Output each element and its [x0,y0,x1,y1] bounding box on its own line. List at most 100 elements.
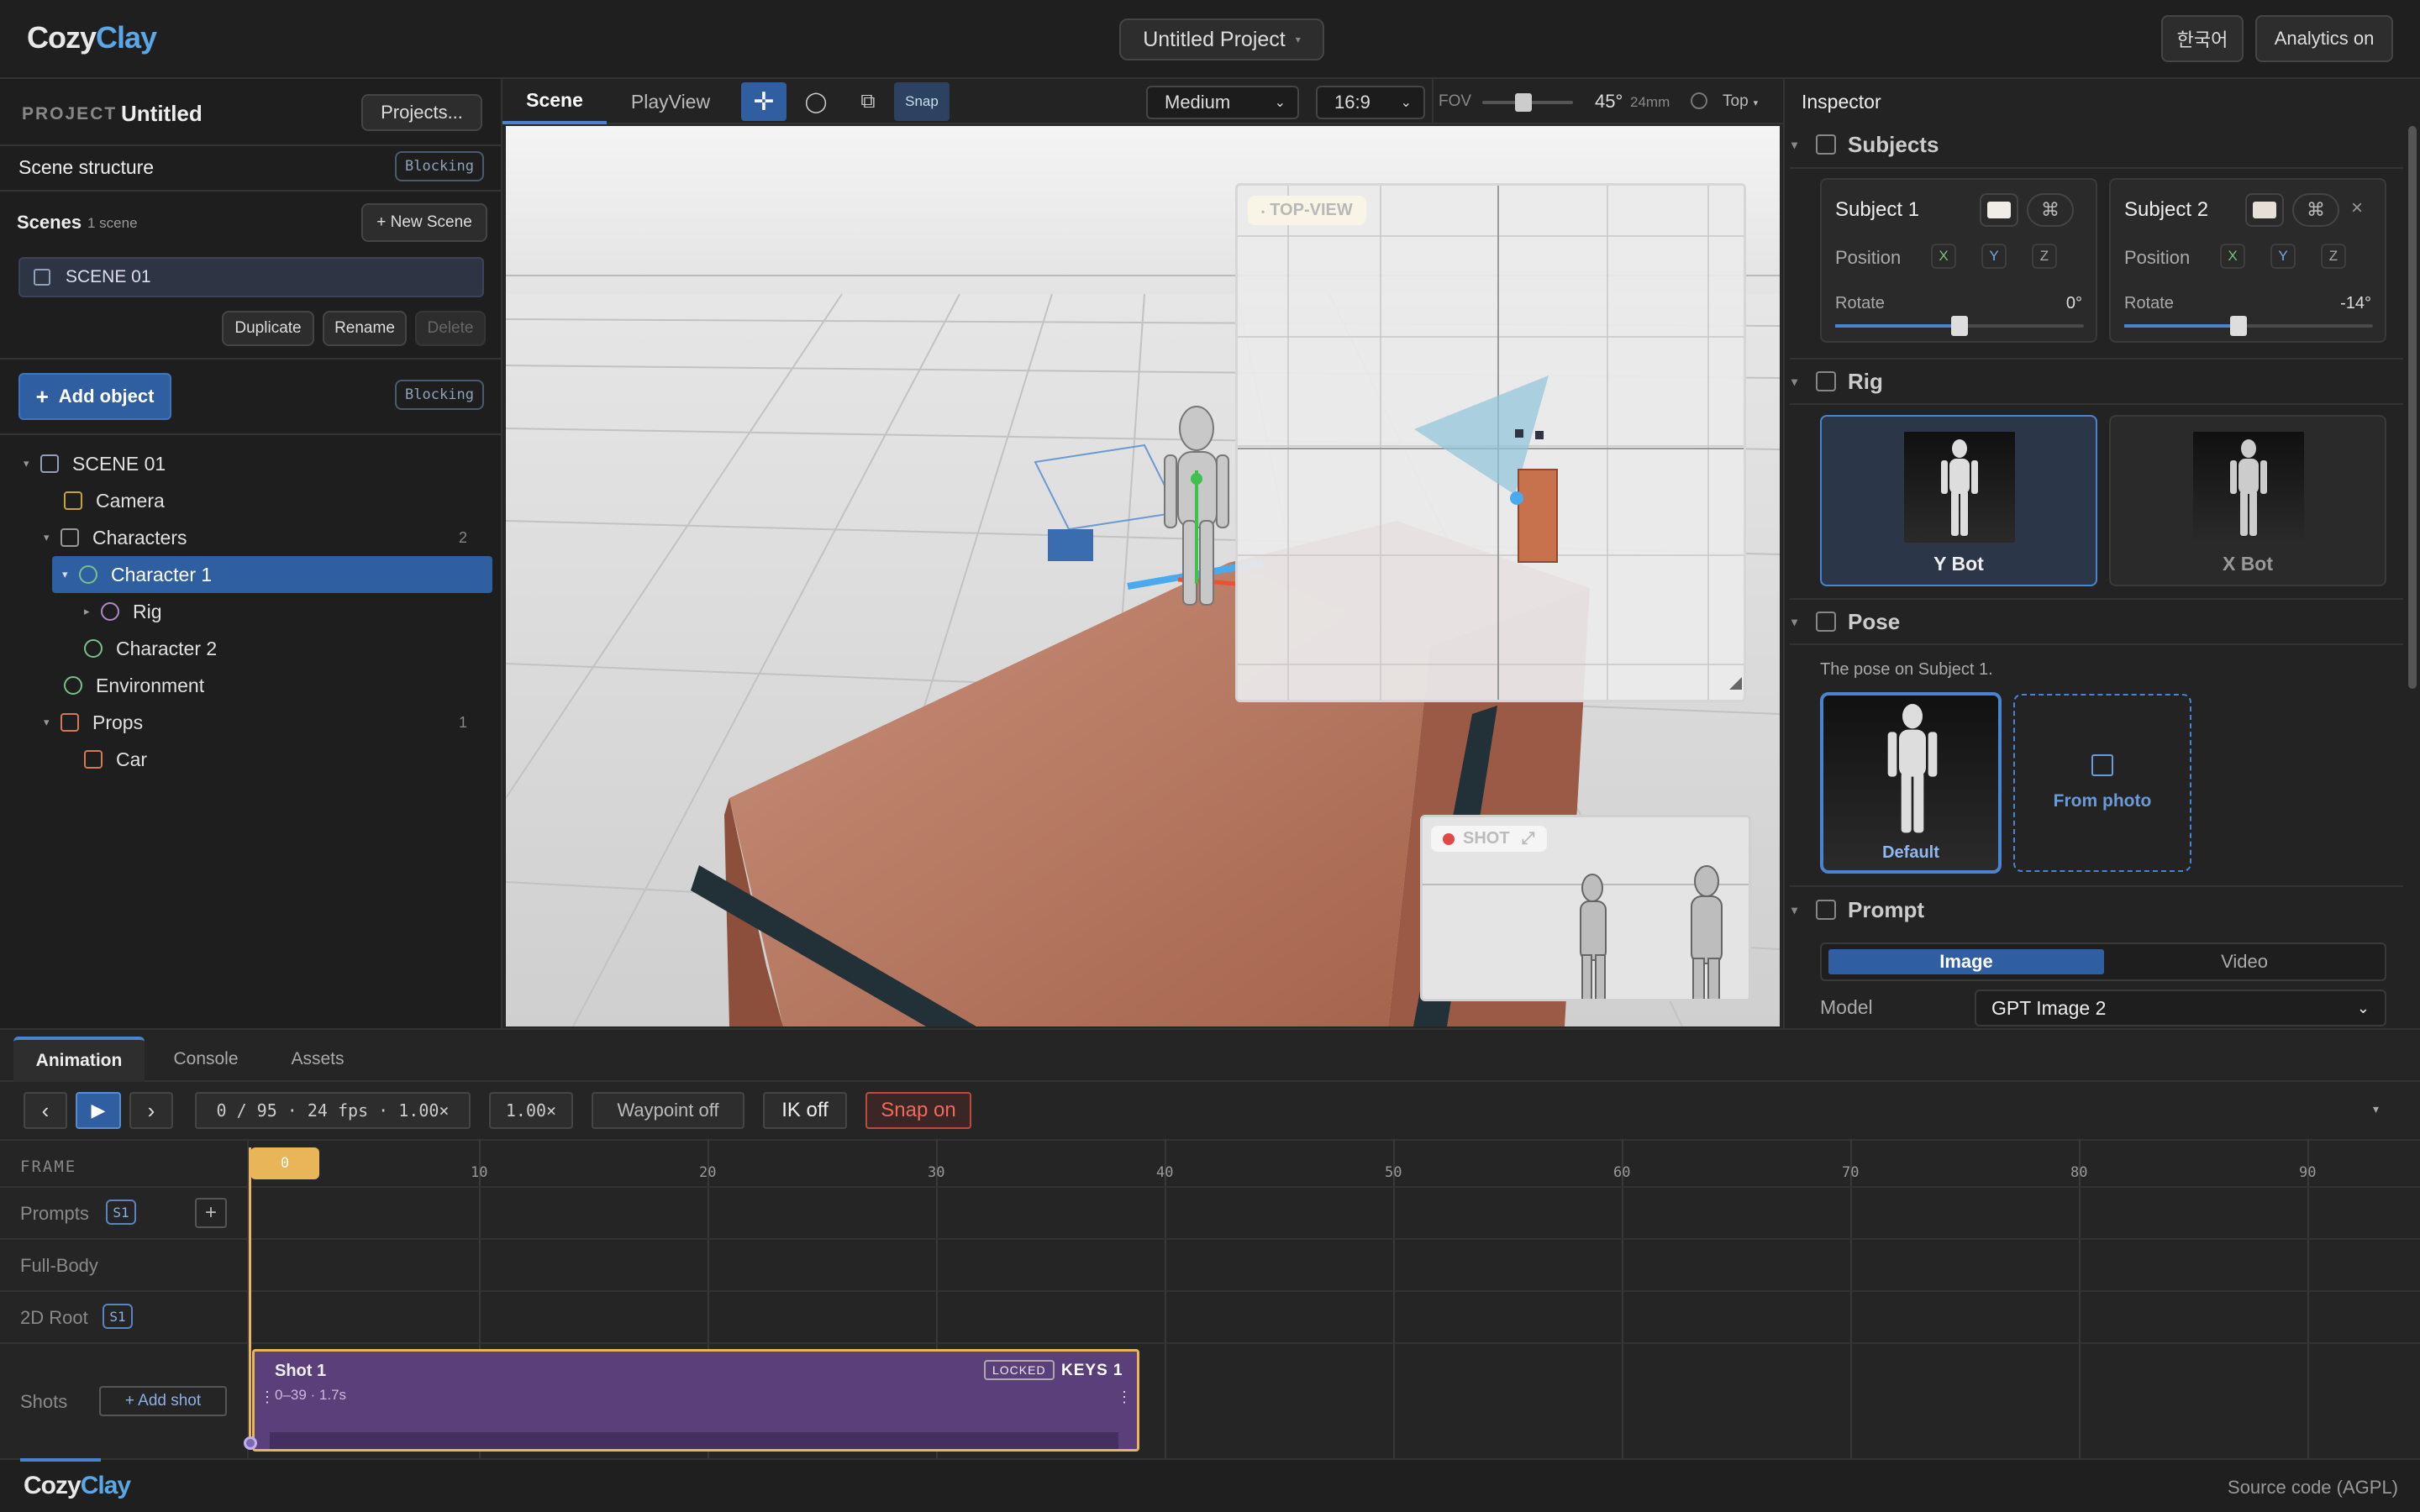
viewport-canvas[interactable]: • TOP-VIEW SHOT ⤢ [506,126,1780,1026]
mode-image-button[interactable]: Image [1828,949,2104,974]
new-scene-button[interactable]: + New Scene [361,203,487,242]
section-prompt[interactable]: ▾ Prompt [1790,885,2403,932]
quality-select[interactable]: Medium ⌄ [1146,86,1299,119]
color-swatch[interactable] [2245,193,2284,227]
duplicate-button[interactable]: Duplicate [222,311,314,346]
top-view-inset[interactable]: • TOP-VIEW [1235,183,1746,702]
pose-option-default[interactable]: Default [1820,692,2002,874]
section-subjects[interactable]: ▾ Subjects [1790,122,2403,169]
tab-console[interactable]: Console [151,1037,260,1082]
tree-item-characters[interactable]: ▾ Characters 2 [0,519,496,556]
playhead-frame: 0 [280,1155,290,1172]
plus-icon: + [35,383,49,409]
snap-toggle[interactable]: Snap [894,82,950,121]
rotate-icon: ◯ [804,90,828,113]
language-button[interactable]: 한국어 [2161,15,2244,62]
slider-thumb[interactable] [1951,316,1968,336]
scale-tool-button[interactable]: ⧉ [845,82,891,121]
tree-item-rig[interactable]: ▸ Rig [0,593,496,630]
move-icon: ✛ [753,87,775,116]
lens-icon[interactable] [1691,92,1707,109]
snap-toggle-timeline[interactable]: Snap on [865,1092,971,1129]
aspect-select[interactable]: 16:9 ⌄ [1316,86,1425,119]
rotate-slider[interactable] [1835,316,2084,336]
tree-item-environment[interactable]: Environment [0,667,496,704]
close-icon[interactable]: × [2351,197,2363,220]
collapse-icon[interactable]: ▾ [2373,1102,2379,1116]
tab-scene[interactable]: Scene [502,79,607,124]
command-icon[interactable]: ⌘ [2027,193,2074,227]
prompt-checkbox[interactable] [1816,900,1837,920]
tab-animation[interactable]: Animation [13,1037,145,1082]
expand-icon[interactable]: ⤢ [1522,829,1535,848]
project-title-button[interactable]: Untitled Project ▾ [1119,18,1324,60]
rig-checkbox[interactable] [1816,371,1837,391]
tree-item-character2[interactable]: Character 2 [0,630,496,667]
source-code-link[interactable]: Source code (AGPL) [2228,1477,2398,1499]
playhead-knob[interactable] [244,1436,257,1450]
tree-item-scene[interactable]: ▾ SCENE 01 [0,445,496,482]
drag-handle-left-icon[interactable]: ⋮ [260,1389,275,1406]
slider-thumb[interactable] [2230,316,2247,336]
rotate-tool-button[interactable]: ◯ [793,82,839,121]
add-shot-button[interactable]: + Add shot [99,1386,227,1416]
app-logo[interactable]: CozyClay [27,20,157,55]
ik-toggle[interactable]: IK off [763,1092,847,1129]
blocking-badge: Blocking [395,151,484,181]
rig-option-ybot[interactable]: Y Bot [1820,415,2097,586]
tree-item-props[interactable]: ▾ Props 1 [0,704,496,741]
axis-y-button[interactable]: Y [1981,244,2007,269]
pose-from-photo-button[interactable]: From photo [2013,694,2191,872]
fov-slider-thumb[interactable] [1515,93,1532,112]
mode-video-button[interactable]: Video [2106,949,2383,974]
section-rig[interactable]: ▾ Rig [1790,358,2403,405]
tree-item-character1[interactable]: ▾ Character 1 [52,556,492,593]
fov-slider[interactable] [1482,93,1573,112]
axis-z-button[interactable]: Z [2032,244,2057,269]
tree-item-car[interactable]: Car [0,741,496,778]
model-label: Model [1820,996,1873,1018]
logo-text-b: Clay [96,20,157,55]
scene-tree: ▾ SCENE 01 Camera ▾ Characters 2 ▾ Character… [0,445,501,865]
rotate-slider[interactable] [2124,316,2373,336]
tab-playview[interactable]: PlayView [608,79,733,124]
add-object-button[interactable]: + Add object [18,373,171,420]
playhead-handle[interactable]: 0 [250,1147,319,1179]
analytics-button[interactable]: Analytics on [2255,15,2393,62]
axis-x-button[interactable]: X [1931,244,1956,269]
subjects-checkbox[interactable] [1816,134,1837,155]
shot-block[interactable]: Shot 1 0–39 · 1.7s LOCKED KEYS 1 ⋮ ⋮ [252,1349,1139,1452]
scrollbar[interactable] [2408,126,2417,689]
move-tool-button[interactable]: ✛ [741,82,786,121]
add-prompt-button[interactable]: + [195,1198,227,1228]
drag-handle-right-icon[interactable]: ⋮ [1117,1389,1132,1406]
section-pose[interactable]: ▾ Pose [1790,598,2403,645]
rename-button[interactable]: Rename [323,311,407,346]
tab-assets[interactable]: Assets [267,1037,368,1082]
play-button[interactable]: ▶ [76,1092,121,1129]
command-icon[interactable]: ⌘ [2292,193,2339,227]
dot-icon: • [1261,206,1265,218]
scene-list-item[interactable]: SCENE 01 [18,257,484,297]
view-dropdown[interactable]: Top ▾ [1723,92,1758,111]
model-select[interactable]: GPT Image 2 ⌄ [1975,990,2386,1026]
rig-option-xbot[interactable]: X Bot [2109,415,2386,586]
next-frame-button[interactable]: › [129,1092,173,1129]
axis-x-button[interactable]: X [2220,244,2245,269]
axis-y-button[interactable]: Y [2270,244,2296,269]
caret-down-icon: ▾ [44,531,50,543]
tree-item-camera[interactable]: Camera [0,482,496,519]
waypoint-toggle[interactable]: Waypoint off [592,1092,744,1129]
row-divider [0,1290,2420,1292]
mannequin-icon [2230,439,2267,536]
inspector-title: Inspector [1802,91,1881,113]
projects-button[interactable]: Projects... [361,94,482,131]
delete-button[interactable]: Delete [415,311,486,346]
color-swatch[interactable] [1980,193,2018,227]
speed-button[interactable]: 1.00× [489,1092,573,1129]
footer-logo[interactable]: CozyClay [24,1472,131,1500]
pose-checkbox[interactable] [1816,612,1837,632]
axis-z-button[interactable]: Z [2321,244,2346,269]
prev-frame-button[interactable]: ‹ [24,1092,67,1129]
shot-preview-inset[interactable]: SHOT ⤢ [1420,815,1751,1001]
